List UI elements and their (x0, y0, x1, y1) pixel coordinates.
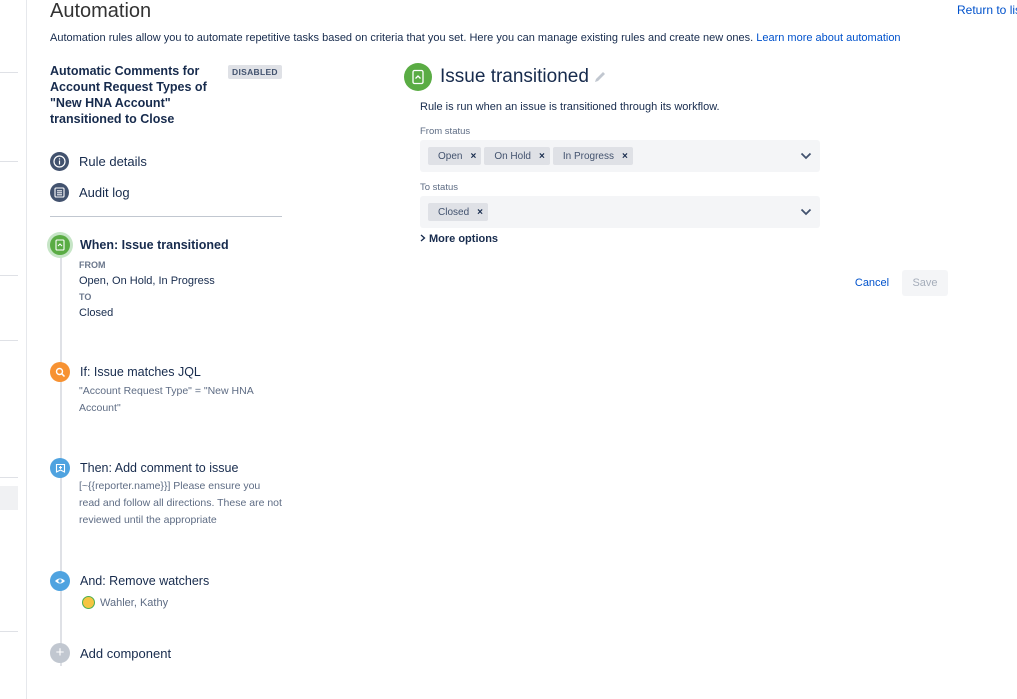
rule-name: Automatic Comments for Account Request T… (50, 64, 207, 126)
sidebar-divider (0, 631, 18, 632)
status-tag-label: Closed (438, 206, 470, 218)
more-options-label: More options (429, 233, 499, 245)
sidebar-selected-item[interactable] (0, 486, 18, 510)
avatar (82, 596, 95, 609)
trigger-from-value: Open, On Hold, In Progress (79, 275, 215, 287)
condition-description: "Account Request Type" = "New HNA Accoun… (79, 385, 254, 414)
trigger-component-icon[interactable] (50, 235, 70, 255)
chevron-down-icon[interactable] (800, 208, 812, 216)
transition-icon (412, 69, 424, 85)
from-status-label: From status (420, 126, 471, 137)
panel-trigger-icon (404, 63, 432, 91)
cancel-button[interactable]: Cancel (848, 270, 896, 296)
to-status-label: To status (420, 182, 459, 193)
sidebar-divider (0, 161, 18, 162)
panel-title: Issue transitioned (440, 66, 589, 87)
audit-log-label: Audit log (79, 185, 130, 200)
rule-details-link[interactable]: Rule details (50, 152, 147, 171)
sidebar-divider (0, 275, 18, 276)
status-tag-label: Open (438, 150, 463, 162)
action-comment-component-icon[interactable] (50, 458, 70, 478)
status-tag: In Progress × (552, 147, 633, 165)
sidebar-divider (0, 340, 18, 341)
description-text: Automation rules allow you to automate r… (50, 32, 754, 44)
action-watchers-component-title[interactable]: And: Remove watchers (80, 574, 209, 588)
product-sidebar (0, 0, 27, 699)
remove-tag-icon[interactable]: × (539, 151, 545, 162)
status-badge: DISABLED (228, 65, 282, 79)
return-to-list-link[interactable]: Return to lis (957, 3, 1017, 17)
trigger-to-label: TO (79, 292, 92, 302)
info-icon (50, 152, 69, 171)
watcher-item: Wahler, Kathy (82, 596, 168, 609)
status-tag-label: On Hold (494, 150, 531, 162)
remove-tag-icon[interactable]: × (622, 151, 628, 162)
sidebar-divider (0, 477, 18, 478)
nav-divider (50, 216, 282, 217)
learn-more-link[interactable]: Learn more about automation (756, 32, 900, 44)
transition-icon (55, 239, 65, 251)
status-tag: Open × (428, 147, 482, 165)
from-status-select[interactable]: Open × On Hold × In Progress × (420, 140, 820, 172)
more-options-toggle[interactable]: More options (420, 233, 498, 245)
status-tag: On Hold × (484, 147, 550, 165)
list-icon (50, 183, 69, 202)
action-comment-description: [~{{reporter.name}}] Please ensure you r… (79, 480, 282, 526)
condition-component-icon[interactable] (50, 362, 70, 382)
status-tag: Closed × (428, 203, 488, 221)
trigger-to-value: Closed (79, 307, 114, 319)
add-component-button[interactable]: + Add component (50, 643, 171, 663)
action-watchers-component-icon[interactable] (50, 571, 70, 591)
remove-tag-icon[interactable]: × (477, 207, 483, 218)
status-tag-label: In Progress (562, 150, 614, 162)
eye-icon (55, 578, 65, 584)
pencil-icon[interactable] (593, 70, 607, 84)
trigger-from-label: FROM (79, 260, 106, 270)
audit-log-link[interactable]: Audit log (50, 183, 130, 202)
chevron-right-icon (420, 234, 426, 242)
panel-description: Rule is run when an issue is transitione… (420, 101, 720, 113)
sidebar-divider (0, 72, 18, 73)
condition-component-title[interactable]: If: Issue matches JQL (80, 365, 201, 379)
chevron-down-icon[interactable] (800, 152, 812, 160)
remove-tag-icon[interactable]: × (470, 151, 476, 162)
search-icon (55, 367, 65, 377)
watcher-name: Wahler, Kathy (100, 596, 169, 609)
add-component-label: Add component (80, 645, 172, 661)
page-description: Automation rules allow you to automate r… (50, 32, 901, 44)
action-comment-component-title[interactable]: Then: Add comment to issue (80, 461, 238, 475)
comment-icon (55, 463, 65, 473)
plus-icon: + (50, 643, 70, 663)
to-status-select[interactable]: Closed × (420, 196, 820, 228)
rule-details-label: Rule details (79, 154, 147, 169)
page-title: Automation (50, 0, 152, 22)
trigger-component-title[interactable]: When: Issue transitioned (80, 238, 229, 252)
save-button[interactable]: Save (902, 270, 948, 296)
